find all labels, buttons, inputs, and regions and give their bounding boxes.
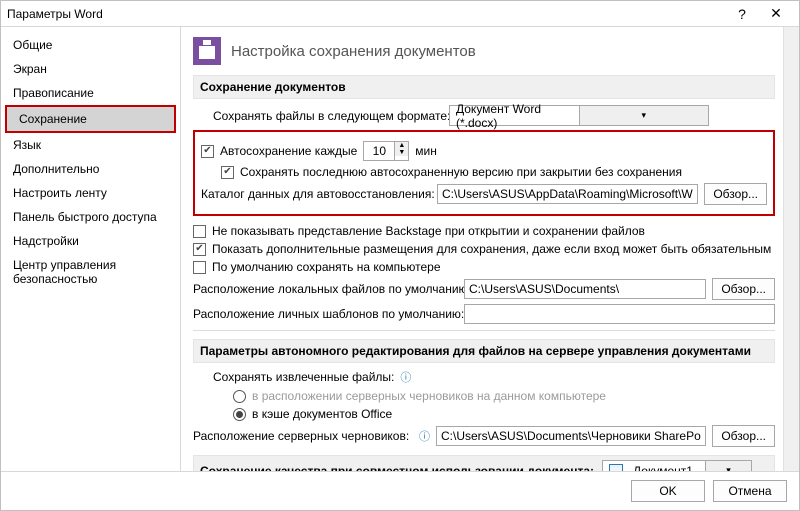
fidelity-doc-dropdown[interactable]: Документ1 ▾: [602, 460, 752, 471]
sidebar: Общие Экран Правописание Сохранение Язык…: [1, 27, 181, 471]
section-offline-editing: Параметры автономного редактирования для…: [193, 339, 775, 363]
spinner-down-icon[interactable]: ▼: [395, 149, 408, 156]
radio-office-cache-label: в кэше документов Office: [252, 407, 392, 421]
section-fidelity-title: Сохранение качества при совместном испол…: [200, 464, 594, 472]
section-save-documents: Сохранение документов: [193, 75, 775, 99]
personal-templates-input[interactable]: [464, 304, 775, 324]
sidebar-item-trust-center[interactable]: Центр управления безопасностью: [1, 253, 180, 291]
page-title: Настройка сохранения документов: [231, 43, 476, 60]
dialog-footer: OK Отмена: [1, 471, 799, 510]
close-icon[interactable]: ✕: [759, 3, 793, 24]
default-pc-checkbox[interactable]: [193, 261, 206, 274]
fidelity-doc-name: Документ1: [627, 464, 699, 472]
radio-server-drafts-label: в расположении серверных черновиков на д…: [252, 389, 606, 403]
sidebar-item-save[interactable]: Сохранение: [7, 107, 174, 131]
autorecover-browse-button[interactable]: Обзор...: [704, 183, 767, 205]
sidebar-item-advanced[interactable]: Дополнительно: [1, 157, 180, 181]
drafts-location-input[interactable]: [436, 426, 706, 446]
ok-button[interactable]: OK: [631, 480, 705, 502]
sidebar-item-customize-ribbon[interactable]: Настроить ленту: [1, 181, 180, 205]
extra-places-checkbox[interactable]: [193, 243, 206, 256]
drafts-browse-button[interactable]: Обзор...: [712, 425, 775, 447]
sidebar-item-proofing[interactable]: Правописание: [1, 81, 180, 105]
no-backstage-label: Не показывать представление Backstage пр…: [212, 224, 645, 238]
keep-last-autosave-checkbox[interactable]: [221, 166, 234, 179]
help-icon[interactable]: ?: [725, 4, 759, 24]
local-files-browse-button[interactable]: Обзор...: [712, 278, 775, 300]
titlebar: Параметры Word ? ✕: [1, 1, 799, 27]
drafts-location-label: Расположение серверных черновиков:: [193, 429, 413, 443]
autosave-label: Автосохранение каждые: [220, 144, 357, 158]
sidebar-item-quick-access[interactable]: Панель быстрого доступа: [1, 205, 180, 229]
save-format-dropdown[interactable]: Документ Word (*.docx) ▾: [449, 105, 709, 126]
save-icon: [193, 37, 221, 65]
autosave-interval-value: 10: [364, 142, 394, 160]
spinner-up-icon[interactable]: ▲: [395, 142, 408, 149]
save-extracted-label: Сохранять извлеченные файлы:: [213, 370, 394, 384]
highlighted-autosave-box: Автосохранение каждые 10 ▲▼ мин Сохранят…: [193, 130, 775, 216]
chevron-down-icon: ▾: [579, 106, 709, 125]
content-pane: Настройка сохранения документов Сохранен…: [181, 27, 783, 471]
save-format-value: Документ Word (*.docx): [450, 102, 579, 130]
autorecover-dir-label: Каталог данных для автовосстановления:: [201, 187, 431, 201]
scrollbar[interactable]: [783, 27, 799, 471]
chevron-down-icon: ▾: [705, 461, 751, 471]
sidebar-item-general[interactable]: Общие: [1, 33, 180, 57]
local-files-input[interactable]: [464, 279, 706, 299]
info-icon[interactable]: ⓘ: [419, 428, 430, 444]
sidebar-item-language[interactable]: Язык: [1, 133, 180, 157]
document-icon: [609, 464, 623, 472]
window-title: Параметры Word: [7, 7, 725, 21]
info-icon[interactable]: ⓘ: [400, 369, 411, 385]
autorecover-dir-input[interactable]: [437, 184, 698, 204]
section-fidelity: Сохранение качества при совместном испол…: [193, 455, 775, 471]
local-files-label: Расположение локальных файлов по умолчан…: [193, 282, 458, 296]
radio-server-drafts[interactable]: [233, 390, 246, 403]
no-backstage-checkbox[interactable]: [193, 225, 206, 238]
sidebar-item-addins[interactable]: Надстройки: [1, 229, 180, 253]
extra-places-label: Показать дополнительные размещения для с…: [212, 242, 771, 256]
cancel-button[interactable]: Отмена: [713, 480, 787, 502]
keep-last-autosave-label: Сохранять последнюю автосохраненную верс…: [240, 165, 682, 179]
radio-office-cache[interactable]: [233, 408, 246, 421]
default-pc-label: По умолчанию сохранять на компьютере: [212, 260, 441, 274]
autosave-unit: мин: [415, 144, 437, 158]
sidebar-item-display[interactable]: Экран: [1, 57, 180, 81]
save-format-label: Сохранять файлы в следующем формате:: [213, 109, 443, 123]
autosave-checkbox[interactable]: [201, 145, 214, 158]
personal-templates-label: Расположение личных шаблонов по умолчани…: [193, 307, 458, 321]
autosave-interval-spinner[interactable]: 10 ▲▼: [363, 141, 409, 161]
